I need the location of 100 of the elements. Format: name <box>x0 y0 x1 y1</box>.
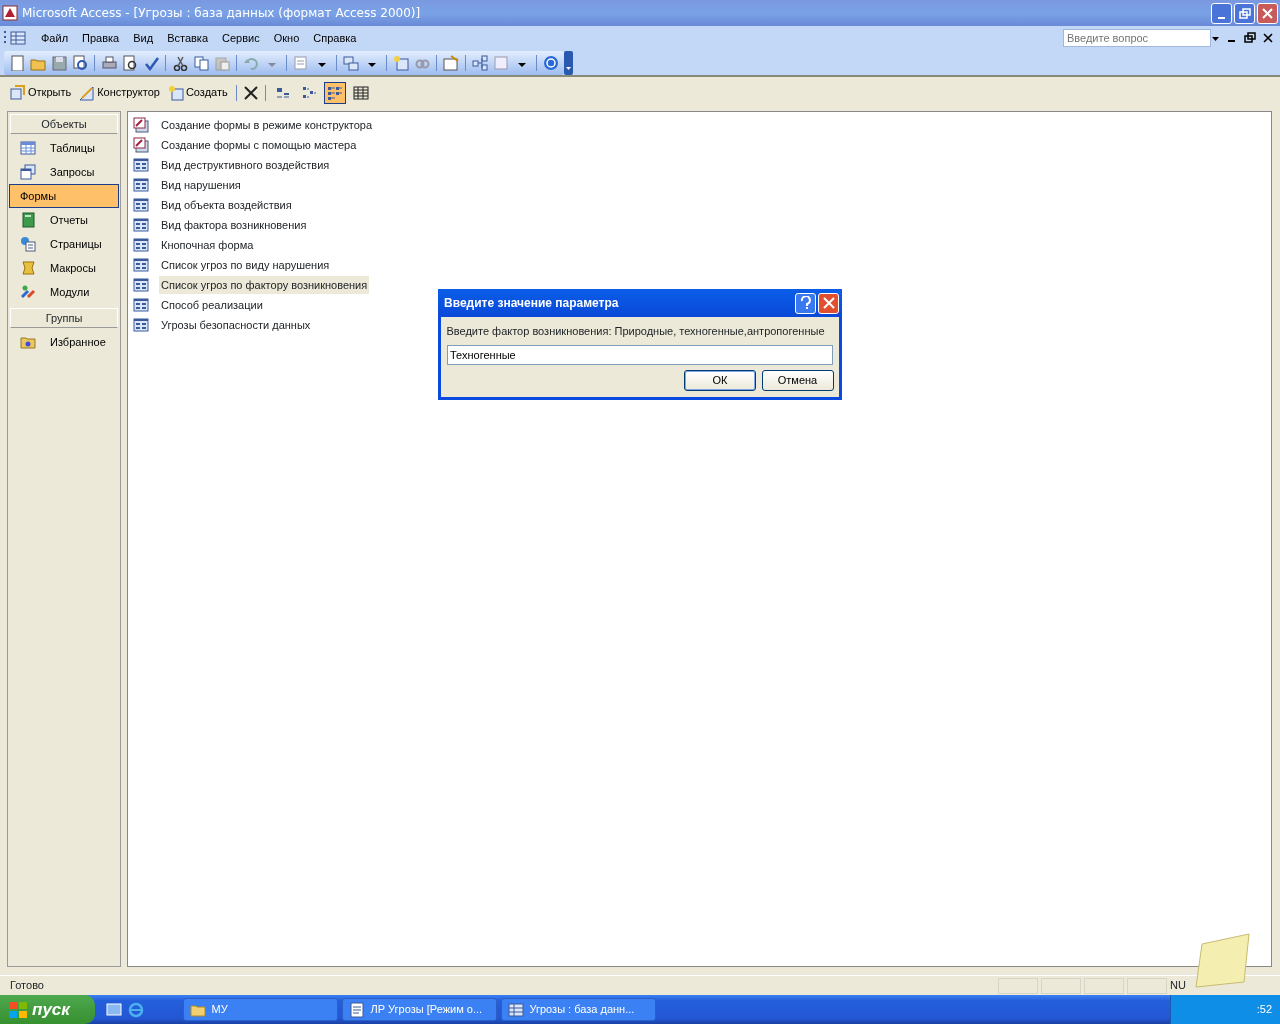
list-item[interactable]: Кнопочная форма <box>159 235 256 255</box>
new-form-icon <box>167 84 184 101</box>
module-icon <box>20 284 36 300</box>
menu-item[interactable]: Окно <box>266 29 307 47</box>
restore-icon[interactable] <box>1244 32 1256 44</box>
menu-item[interactable]: Сервис <box>215 29 267 47</box>
small-icons-view-icon <box>300 84 317 101</box>
clock: :52 <box>1256 1002 1272 1018</box>
form-wizard-icon <box>133 117 149 133</box>
object-type-item[interactable]: Страницы <box>9 232 119 256</box>
app-icon <box>2 5 18 21</box>
dialog-button[interactable]: Отмена <box>761 370 834 391</box>
close-button[interactable] <box>818 292 839 314</box>
ruler-icon <box>79 84 96 101</box>
status-panel <box>998 977 1038 994</box>
list-view-button[interactable] <box>323 81 346 104</box>
paper-sheet-drawing <box>1194 932 1250 988</box>
close-icon <box>1260 5 1275 21</box>
form-icon <box>133 317 149 333</box>
question-mark-icon <box>799 296 812 310</box>
window-title: Microsoft Access - [Угрозы : база данных (формат Access 2000)] <box>22 5 422 22</box>
help-button[interactable] <box>795 292 816 314</box>
database-icon[interactable] <box>10 30 26 46</box>
section-header: Объекты <box>10 114 118 134</box>
list-item[interactable]: Вид деструктивного воздействия <box>159 155 332 175</box>
object-type-item[interactable]: Избранное <box>9 330 119 354</box>
list-item[interactable]: Вид фактора возникновения <box>159 215 309 235</box>
list-item[interactable]: Список угроз по фактору возникновения <box>159 275 370 295</box>
prompt-text: Введите фактор возникновения: Природные, техногенные,антропогенные <box>446 324 825 337</box>
toolbar-button[interactable]: Конструктор <box>77 83 162 102</box>
list-item[interactable]: Создание формы в режиме конструктора <box>159 115 375 135</box>
properties-icon[interactable] <box>443 54 459 71</box>
open-icon <box>10 84 26 101</box>
close-icon <box>822 297 835 309</box>
search-icon[interactable] <box>72 54 88 71</box>
copy-icon[interactable] <box>193 54 209 71</box>
print-icon[interactable] <box>101 54 117 71</box>
close-icon[interactable] <box>1262 32 1274 44</box>
object-type-item[interactable]: Модули <box>9 280 119 304</box>
desktop-icon[interactable] <box>106 1001 122 1018</box>
restore-button[interactable] <box>1234 2 1255 24</box>
form-icon <box>133 297 149 313</box>
grip-icon <box>4 30 7 46</box>
table-icon <box>20 140 36 156</box>
taskbar-button[interactable]: ЛР Угрозы [Режим о... <box>341 998 497 1021</box>
folder-icon <box>20 334 36 350</box>
relationships-icon[interactable] <box>472 54 488 71</box>
menu-item[interactable]: Вид <box>126 29 161 47</box>
list-item[interactable]: Способ реализации <box>159 295 265 315</box>
print-preview-icon[interactable] <box>122 54 138 71</box>
details-view-icon <box>352 84 369 101</box>
status-text: Готово <box>10 978 45 994</box>
list-item[interactable]: Вид объекта воздействия <box>159 195 294 215</box>
form-icon <box>133 177 149 193</box>
restore-icon <box>1237 5 1252 21</box>
menu-item[interactable]: Вставка <box>160 29 215 47</box>
object-type-item[interactable]: Формы <box>9 184 119 208</box>
taskbar-button[interactable]: Угрозы : база данн... <box>500 998 656 1021</box>
minimize-button[interactable] <box>1211 2 1232 24</box>
form-icon <box>133 197 149 213</box>
toolbar-button[interactable]: Создать <box>165 83 230 102</box>
toolbar-button[interactable]: Открыть <box>8 83 74 102</box>
database-icon <box>507 1001 524 1018</box>
object-type-item[interactable]: Запросы <box>9 160 119 184</box>
list-item[interactable]: Вид нарушения <box>159 175 243 195</box>
cut-icon[interactable] <box>172 54 188 71</box>
status-indicator: NU <box>1170 978 1187 994</box>
list-item[interactable]: Список угроз по виду нарушения <box>159 255 332 275</box>
document-icon <box>348 1001 365 1018</box>
taskbar-button[interactable]: МУ <box>182 998 338 1021</box>
start-button[interactable]: пуск <box>0 995 95 1024</box>
help-search-field[interactable]: Введите вопрос <box>1063 29 1211 47</box>
query-icon <box>20 164 36 180</box>
object-type-item[interactable]: Отчеты <box>9 208 119 232</box>
new-file-icon[interactable] <box>9 54 25 71</box>
delete-icon[interactable] <box>242 84 259 101</box>
scroll-icon <box>20 260 36 276</box>
menu-item[interactable]: Файл <box>34 29 76 47</box>
page-icon <box>20 236 36 252</box>
menu-item[interactable]: Справка <box>306 29 364 47</box>
browser-icon[interactable] <box>127 1001 144 1018</box>
status-panel <box>1084 977 1124 994</box>
object-type-item[interactable]: Таблицы <box>9 136 119 160</box>
list-item[interactable]: Создание формы с помощью мастера <box>159 135 359 155</box>
save-icon[interactable] <box>51 54 67 71</box>
analyze-icon[interactable] <box>343 54 359 71</box>
input-field[interactable]: Техногенные <box>447 344 833 365</box>
section-header: Группы <box>10 308 118 328</box>
status-panel <box>1041 977 1081 994</box>
help-icon[interactable] <box>543 54 559 71</box>
form-icon <box>133 217 149 233</box>
new-object-icon[interactable] <box>393 54 409 71</box>
status-panel <box>1127 977 1167 994</box>
toolbar-options-icon[interactable] <box>564 50 573 75</box>
menu-item[interactable]: Правка <box>75 29 127 47</box>
dialog-button[interactable]: ОК <box>684 370 756 391</box>
object-type-item[interactable]: Макросы <box>9 256 119 280</box>
close-button[interactable] <box>1257 2 1278 24</box>
list-item[interactable]: Угрозы безопасности данных <box>159 315 313 335</box>
form-wizard-icon <box>133 137 149 153</box>
